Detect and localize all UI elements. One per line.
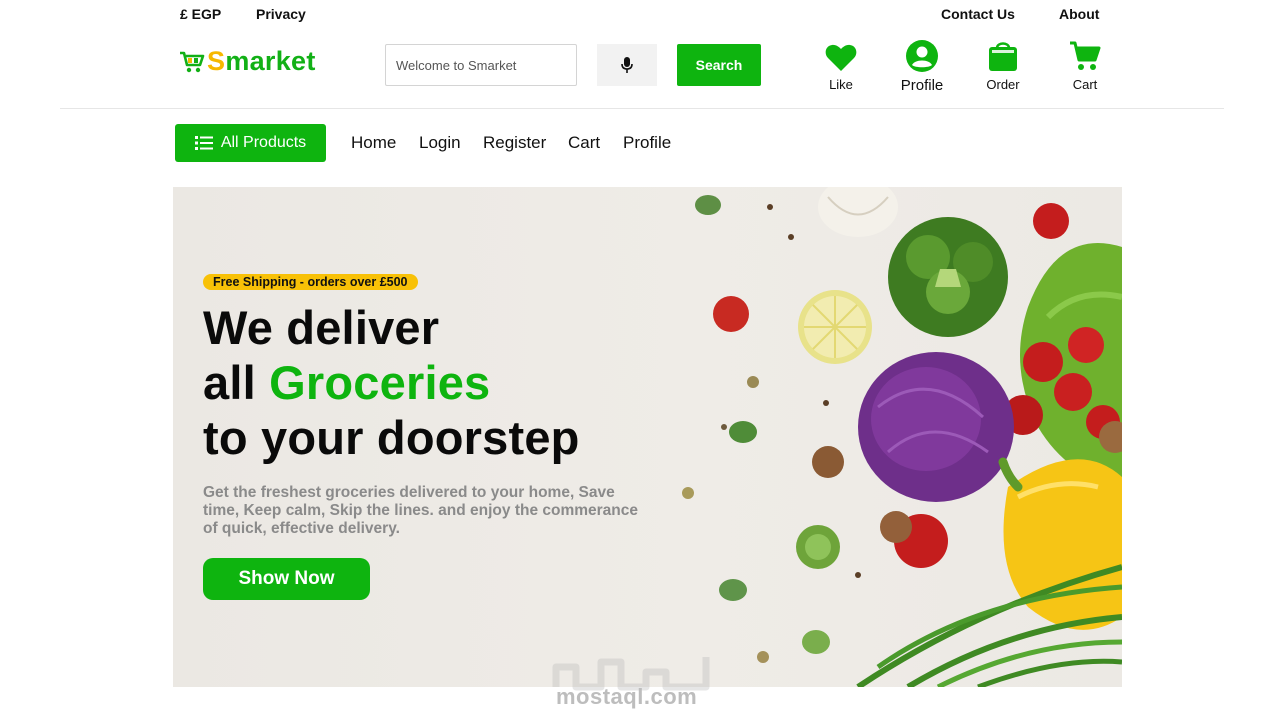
hero-description: Get the freshest groceries delivered to …	[203, 484, 639, 537]
search-input[interactable]	[385, 44, 577, 86]
hero-banner: Free Shipping - orders over £500 We deli…	[173, 187, 1122, 687]
free-shipping-badge: Free Shipping - orders over £500	[203, 274, 418, 290]
like-button[interactable]: Like	[806, 38, 876, 92]
user-circle-icon	[906, 40, 938, 72]
contact-link[interactable]: Contact Us	[941, 6, 1015, 22]
order-button[interactable]: Order	[968, 38, 1038, 92]
all-products-label: All Products	[220, 134, 307, 151]
like-label: Like	[829, 77, 853, 92]
cart-button[interactable]: Cart	[1050, 38, 1120, 92]
show-now-button[interactable]: Show Now	[203, 558, 370, 600]
currency-selector[interactable]: £ EGP	[180, 6, 221, 22]
order-label: Order	[986, 77, 1020, 92]
vegetables-image	[682, 187, 1122, 687]
nav-profile[interactable]: Profile	[623, 133, 671, 153]
cart-icon	[1070, 41, 1101, 70]
nav-home[interactable]: Home	[351, 133, 396, 153]
header-divider	[60, 108, 1224, 109]
header: Smarket Search Like Profile	[0, 28, 1264, 108]
brand-name: Smarket	[207, 46, 316, 76]
site-logo[interactable]: Smarket	[179, 46, 316, 77]
all-products-button[interactable]: All Products	[175, 124, 326, 162]
search-button[interactable]: Search	[677, 44, 761, 86]
nav-register[interactable]: Register	[483, 133, 546, 153]
profile-label: Profile	[900, 77, 944, 94]
privacy-link[interactable]: Privacy	[256, 6, 306, 22]
hero-headline-line3: to your doorstep	[203, 411, 580, 464]
microphone-icon	[621, 56, 633, 73]
cart-logo-icon	[180, 51, 205, 72]
watermark-text: mostaql.com	[556, 684, 698, 709]
shopping-bag-icon	[989, 42, 1017, 71]
nav-cart[interactable]: Cart	[568, 133, 600, 153]
nav-login[interactable]: Login	[419, 133, 461, 153]
cart-label: Cart	[1072, 77, 1098, 92]
hero-highlight: Groceries	[269, 356, 491, 409]
about-link[interactable]: About	[1059, 6, 1099, 22]
heart-icon	[825, 44, 857, 71]
hero-headline-line2: all Groceries	[203, 356, 491, 409]
profile-button[interactable]: Profile	[887, 38, 957, 94]
hero-headline-line1: We deliver	[203, 301, 440, 354]
voice-search-button[interactable]	[597, 44, 657, 86]
main-nav: All Products Home Login Register Cart Pr…	[0, 124, 1264, 162]
list-icon	[194, 136, 213, 150]
top-bar: £ EGP Privacy Contact Us About	[0, 0, 1264, 28]
